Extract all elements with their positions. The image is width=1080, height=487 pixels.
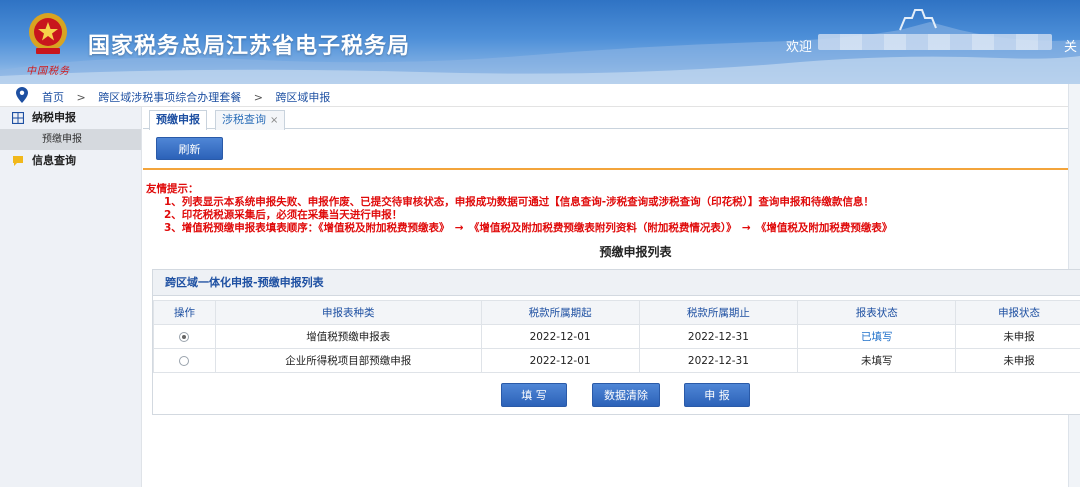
notice-title: 友情提示： <box>146 183 199 195</box>
breadcrumb-package[interactable]: 跨区域涉税事项综合办理套餐 <box>98 91 241 104</box>
emblem-caption: 中国税务 <box>26 66 70 77</box>
notice-line-3: 3、增值税预缴申报表填表顺序：《增值税及附加税费预缴表》 → 《增值税及附加税费… <box>164 222 893 234</box>
table-header-row: 操作 申报表种类 税款所属期起 税款所属期止 报表状态 申报状态 <box>153 300 1080 325</box>
notice-line-2: 2、印花税税源采集后，必须在采集当天进行申报！ <box>164 209 403 221</box>
site-title: 国家税务总局江苏省电子税务局 <box>88 34 411 59</box>
tab-prepay-declare[interactable]: 预缴申报 <box>149 110 207 130</box>
cell-type: 企业所得税项目部预缴申报 <box>214 348 482 373</box>
row-select-cell <box>153 324 216 349</box>
cell-declare-status: 未申报 <box>955 348 1080 373</box>
list-title: 预缴申报列表 <box>599 245 672 259</box>
row-radio[interactable] <box>179 355 190 366</box>
sidebar-group-label: 纳税申报 <box>32 111 76 124</box>
column-header: 申报状态 <box>955 300 1080 325</box>
chat-bubble-icon <box>13 156 23 166</box>
row-radio[interactable] <box>179 331 190 342</box>
tab-bar: 预缴申报 涉税查询 × <box>143 107 1068 130</box>
site-header: 中国税务 国家税务总局江苏省电子税务局 欢迎 关 <box>0 0 1080 84</box>
fill-button[interactable]: 填 写 <box>501 383 567 407</box>
column-header: 报表状态 <box>797 300 957 325</box>
column-header: 税款所属期止 <box>638 300 799 325</box>
row-select-cell <box>153 348 216 373</box>
breadcrumb-home[interactable]: 首页 <box>42 91 64 104</box>
tab-tax-query[interactable]: 涉税查询 × <box>215 110 286 130</box>
breadcrumb-current[interactable]: 跨区域申报 <box>275 91 330 104</box>
cell-end: 2022-12-31 <box>638 348 799 373</box>
tab-label: 涉税查询 <box>222 113 266 126</box>
column-header: 税款所属期起 <box>480 300 640 325</box>
declare-button[interactable]: 申 报 <box>684 383 750 407</box>
cell-report-status: 未填写 <box>797 348 957 373</box>
user-name-redacted <box>818 34 1052 50</box>
breadcrumb: 首页 > 跨区域涉税事项综合办理套餐 > 跨区域申报 <box>0 84 1068 107</box>
logout-link[interactable]: 关 <box>1064 36 1077 55</box>
cell-declare-status: 未申报 <box>955 324 1080 349</box>
notice-line-1: 1、列表显示本系统申报失败、申报作废、已提交待审核状态，申报成功数据可通过【信息… <box>164 196 874 208</box>
column-header: 申报表种类 <box>214 300 482 325</box>
grid-menu-icon <box>12 112 24 124</box>
breadcrumb-separator: > <box>253 91 263 104</box>
breadcrumb-separator: > <box>76 91 86 104</box>
cell-report-status: 已填写 <box>797 324 957 349</box>
main-content: 预缴申报 涉税查询 × 刷新 友情提示： 1、列表显示本系统申报失败、申报作废、已… <box>143 107 1080 487</box>
sidebar-group-label: 信息查询 <box>32 154 76 167</box>
tax-emblem-icon <box>29 13 67 54</box>
column-header: 操作 <box>153 300 216 325</box>
cell-type: 增值税预缴申报表 <box>214 324 482 349</box>
declare-table: 操作 申报表种类 税款所属期起 税款所属期止 报表状态 申报状态 增值税预缴申报… <box>153 300 1080 373</box>
sidebar-item-prepay-declare[interactable]: 预缴申报 <box>0 129 141 150</box>
location-pin-icon <box>16 87 28 103</box>
cell-start: 2022-12-01 <box>480 324 640 349</box>
sidebar: 纳税申报 预缴申报 信息查询 <box>0 107 142 487</box>
clear-data-button[interactable]: 数据清除 <box>592 383 660 407</box>
declare-list-panel: 跨区域一体化申报-预缴申报列表 操作 申报表种类 税款所属期起 税款所属期止 报… <box>152 269 1080 415</box>
report-status-link[interactable]: 已填写 <box>861 331 893 343</box>
table-row[interactable]: 增值税预缴申报表 2022-12-01 2022-12-31 已填写 未申报 <box>153 324 1080 349</box>
refresh-button[interactable]: 刷新 <box>156 137 223 160</box>
sidebar-group-tax-declare[interactable]: 纳税申报 <box>0 107 141 129</box>
divider <box>143 168 1068 170</box>
cell-start: 2022-12-01 <box>480 348 640 373</box>
sidebar-group-info-query[interactable]: 信息查询 <box>0 150 141 172</box>
table-row[interactable]: 企业所得税项目部预缴申报 2022-12-01 2022-12-31 未填写 未… <box>153 348 1080 373</box>
welcome-text: 欢迎 <box>786 40 813 55</box>
panel-title: 跨区域一体化申报-预缴申报列表 <box>153 270 1080 296</box>
cell-end: 2022-12-31 <box>638 324 799 349</box>
tab-label: 预缴申报 <box>156 113 200 126</box>
notice-block: 友情提示： 1、列表显示本系统申报失败、申报作废、已提交待审核状态，申报成功数据… <box>146 183 892 235</box>
close-icon[interactable]: × <box>270 115 278 126</box>
